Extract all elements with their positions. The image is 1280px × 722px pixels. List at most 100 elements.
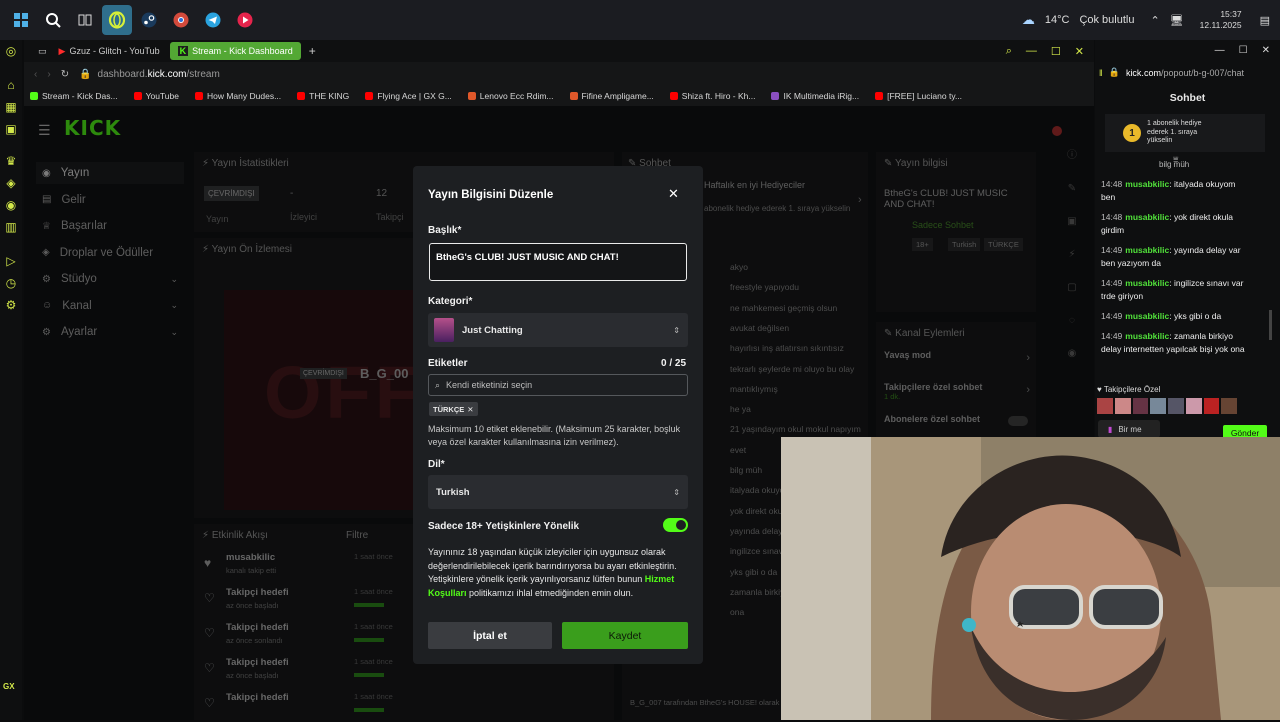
gx-label: GX	[3, 682, 15, 691]
back-icon[interactable]: ‹	[34, 69, 37, 80]
reload-icon[interactable]: ↻	[61, 69, 69, 80]
bookmark-label: Lenovo Ecc Rdim...	[479, 91, 554, 101]
emote-icon[interactable]	[1203, 398, 1220, 414]
cancel-button[interactable]: İptal et	[428, 622, 552, 649]
chat-message-time: 14:49	[1101, 311, 1123, 321]
tab-label: Gzuz - Glitch - YouTub	[69, 46, 160, 56]
bookmark-label: IK Multimedia iRig...	[783, 91, 860, 101]
title-input-value: BtheG's CLUB! JUST MUSIC AND CHAT!	[436, 252, 619, 263]
chat-message: 14:49 musabkilic: zamanla birkiyo delay i…	[1101, 330, 1251, 356]
chat-message-time: 14:49	[1101, 245, 1123, 255]
select-arrows-icon: ⇕	[673, 325, 680, 335]
notification-icon[interactable]: ▤	[1260, 14, 1270, 27]
close-icon[interactable]: ✕	[668, 186, 679, 202]
emote-icon[interactable]	[1185, 398, 1202, 414]
chat-message: 14:48 musabkilic: italyada okuyom ben	[1101, 178, 1251, 204]
bookmark-item[interactable]: [FREE] Luciano ty...	[875, 91, 962, 101]
bookmark-item[interactable]: Shiza ft. Hiro - Kh...	[669, 91, 755, 101]
tag-chip-label: TÜRKÇE	[433, 404, 465, 414]
emote-icon[interactable]	[1221, 398, 1237, 414]
twitch-icon[interactable]: ▥	[0, 216, 22, 238]
gx-control-icon[interactable]: ▦	[0, 96, 22, 118]
task-view-icon[interactable]	[70, 5, 100, 35]
settings-icon[interactable]: ⚙	[0, 294, 22, 316]
bookmark-item[interactable]: Stream - Kick Das...	[30, 91, 118, 101]
bookmark-item[interactable]: THE KING	[297, 91, 349, 101]
telegram-icon[interactable]	[198, 5, 228, 35]
messenger-icon[interactable]: ▣	[0, 118, 22, 140]
emote-icon[interactable]	[1132, 398, 1149, 414]
lock-icon: 🔒	[1108, 67, 1120, 77]
emote-icon[interactable]	[1114, 398, 1131, 414]
minimize-icon[interactable]: —	[1026, 45, 1037, 58]
url-field[interactable]: dashboard.kick.com/stream	[98, 69, 220, 80]
title-input[interactable]: BtheG's CLUB! JUST MUSIC AND CHAT!	[429, 243, 687, 281]
close-icon[interactable]: ✕	[1075, 45, 1084, 58]
save-button[interactable]: Kaydet	[562, 622, 688, 649]
search-icon: ⌕	[435, 379, 441, 390]
forward-icon[interactable]: ›	[47, 69, 50, 80]
emote-icon[interactable]	[1168, 398, 1184, 414]
chat-message-user[interactable]: musabkilic	[1125, 179, 1169, 189]
emote-icon[interactable]	[1150, 398, 1166, 414]
bookmark-item[interactable]: IK Multimedia iRig...	[771, 91, 859, 101]
chat-message-user[interactable]: musabkilic	[1125, 278, 1169, 288]
weather-icon[interactable]: ☁	[1022, 12, 1035, 28]
chat-message-time: 14:48	[1101, 212, 1123, 222]
speed-dial-icon[interactable]: ⌂	[0, 74, 22, 96]
url-path: /stream	[186, 68, 220, 80]
emote-icon[interactable]	[1097, 398, 1113, 414]
language-select[interactable]: Turkish ⇕	[428, 475, 688, 509]
maximize-icon[interactable]: ☐	[1239, 45, 1248, 56]
save-page-icon[interactable]: ▭	[38, 46, 47, 57]
chat-message-user[interactable]: musabkilic	[1125, 212, 1169, 222]
category-select[interactable]: Just Chatting ⇕	[428, 313, 688, 347]
gift-banner[interactable]: 1 1 abonelik hediye ederek 1. sıraya yük…	[1105, 114, 1265, 152]
chat-message-text: yks gibi o da	[1173, 311, 1222, 321]
history-icon[interactable]: ◷	[0, 272, 22, 294]
popout-address[interactable]: ‖ 🔒 kick.com/popout/b-g-007/chat	[1099, 67, 1244, 78]
whatsapp-icon[interactable]: ◉	[0, 194, 22, 216]
bookmark-favicon-icon	[365, 92, 374, 100]
bookmarks-bar: Stream - Kick Das... YouTube How Many Dude…	[24, 86, 1094, 106]
media-player-icon[interactable]	[230, 5, 260, 35]
mature-toggle[interactable]	[663, 518, 688, 532]
bookmark-item[interactable]: How Many Dudes...	[194, 91, 282, 101]
toggle-knob	[676, 520, 686, 530]
kick-sidebar-icon[interactable]: ♛	[0, 150, 22, 172]
bookmark-label: How Many Dudes...	[206, 91, 282, 101]
chat-scrollbar[interactable]	[1269, 310, 1272, 340]
bookmark-item[interactable]: Lenovo Ecc Rdim...	[467, 91, 554, 101]
tab-youtube[interactable]: ▭ ▶ Gzuz - Glitch - YouTub	[30, 42, 168, 60]
tab-kick-dashboard[interactable]: K Stream - Kick Dashboard	[169, 42, 301, 60]
bookmark-favicon-icon	[133, 92, 142, 100]
chat-message-user[interactable]: musabkilic	[1125, 311, 1169, 321]
chrome-icon[interactable]	[166, 5, 196, 35]
close-icon[interactable]: ✕	[1262, 45, 1270, 56]
bookmark-label: YouTube	[145, 91, 179, 101]
new-tab-icon[interactable]: +	[309, 44, 316, 58]
webcam-overlay	[781, 437, 1280, 720]
select-arrows-icon: ⇕	[673, 487, 680, 497]
search-tabs-icon[interactable]: ⌕	[1006, 45, 1012, 58]
opera-menu-icon[interactable]: ◎	[0, 40, 22, 62]
minimize-icon[interactable]: —	[1215, 45, 1225, 56]
player-icon[interactable]: ▷	[0, 250, 22, 272]
chat-message-user[interactable]: musabkilic	[1125, 245, 1169, 255]
chat-input[interactable]: ▮ Bir me	[1098, 420, 1160, 438]
bookmark-item[interactable]: Fifine Ampligame...	[569, 91, 654, 101]
search-icon[interactable]	[38, 5, 68, 35]
bookmark-item[interactable]: YouTube	[133, 91, 179, 101]
bookmark-item[interactable]: Flying Ace | GX G...	[365, 91, 452, 101]
network-icon[interactable]: 🖥	[1170, 14, 1184, 27]
windows-start-icon[interactable]	[6, 5, 36, 35]
maximize-icon[interactable]: ☐	[1051, 45, 1061, 58]
steam-icon[interactable]	[134, 5, 164, 35]
clock[interactable]: 15:37 12.11.2025	[1200, 9, 1242, 31]
remove-tag-icon[interactable]: ✕	[467, 405, 473, 414]
chevron-up-icon[interactable]: ⌃	[1150, 14, 1159, 27]
instagram-icon[interactable]: ◈	[0, 172, 22, 194]
tags-input[interactable]: ⌕ Kendi etiketinizi seçin	[428, 374, 688, 396]
chat-message-user[interactable]: musabkilic	[1125, 331, 1169, 341]
opera-gx-taskbar-icon[interactable]	[102, 5, 132, 35]
